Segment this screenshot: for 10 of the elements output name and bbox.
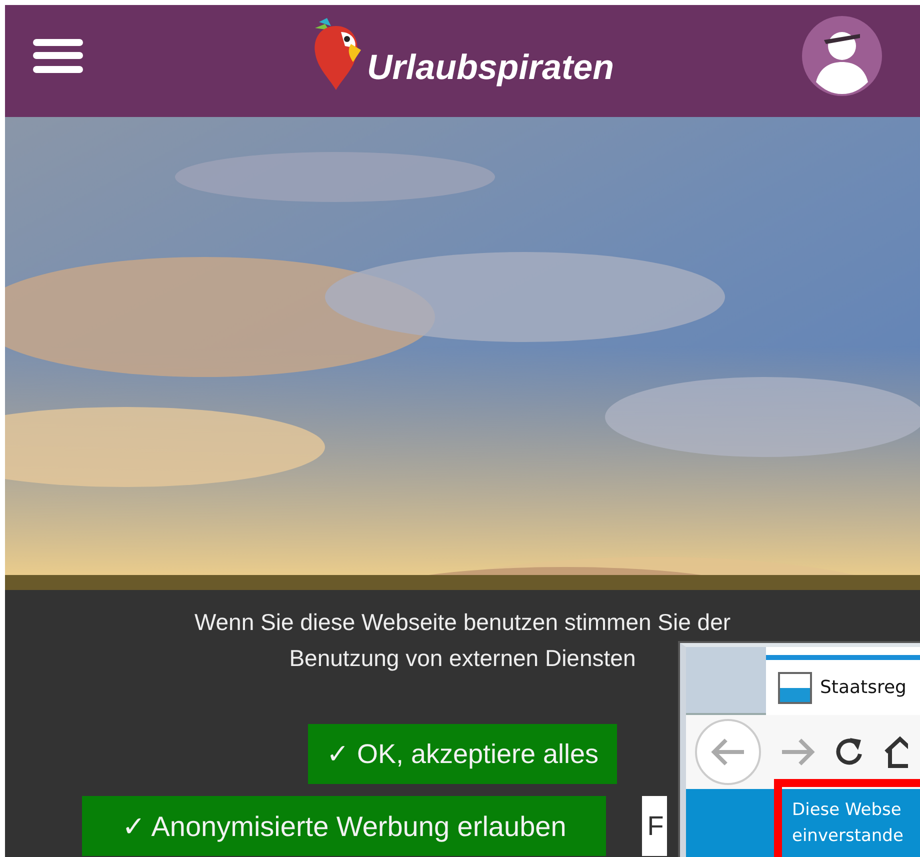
logo-text: Urlaubspiraten [367, 48, 614, 88]
consent-button[interactable]: F [642, 796, 667, 856]
flag-icon [778, 672, 812, 704]
consent-button[interactable]: ✓ OK, akzeptiere alles [308, 724, 617, 784]
menu-icon[interactable] [33, 39, 83, 73]
consent-text: Wenn Sie diese Webseite benutzen stimmen Sie der Benutzung von externen Diensten [194, 608, 731, 673]
page-text: Diese Webse einverstande [792, 799, 904, 848]
avatar-icon[interactable] [802, 16, 882, 96]
consent-button[interactable]: ✓ Anonymisierte Werbung erlauben [82, 796, 606, 856]
home-icon[interactable] [884, 736, 908, 768]
